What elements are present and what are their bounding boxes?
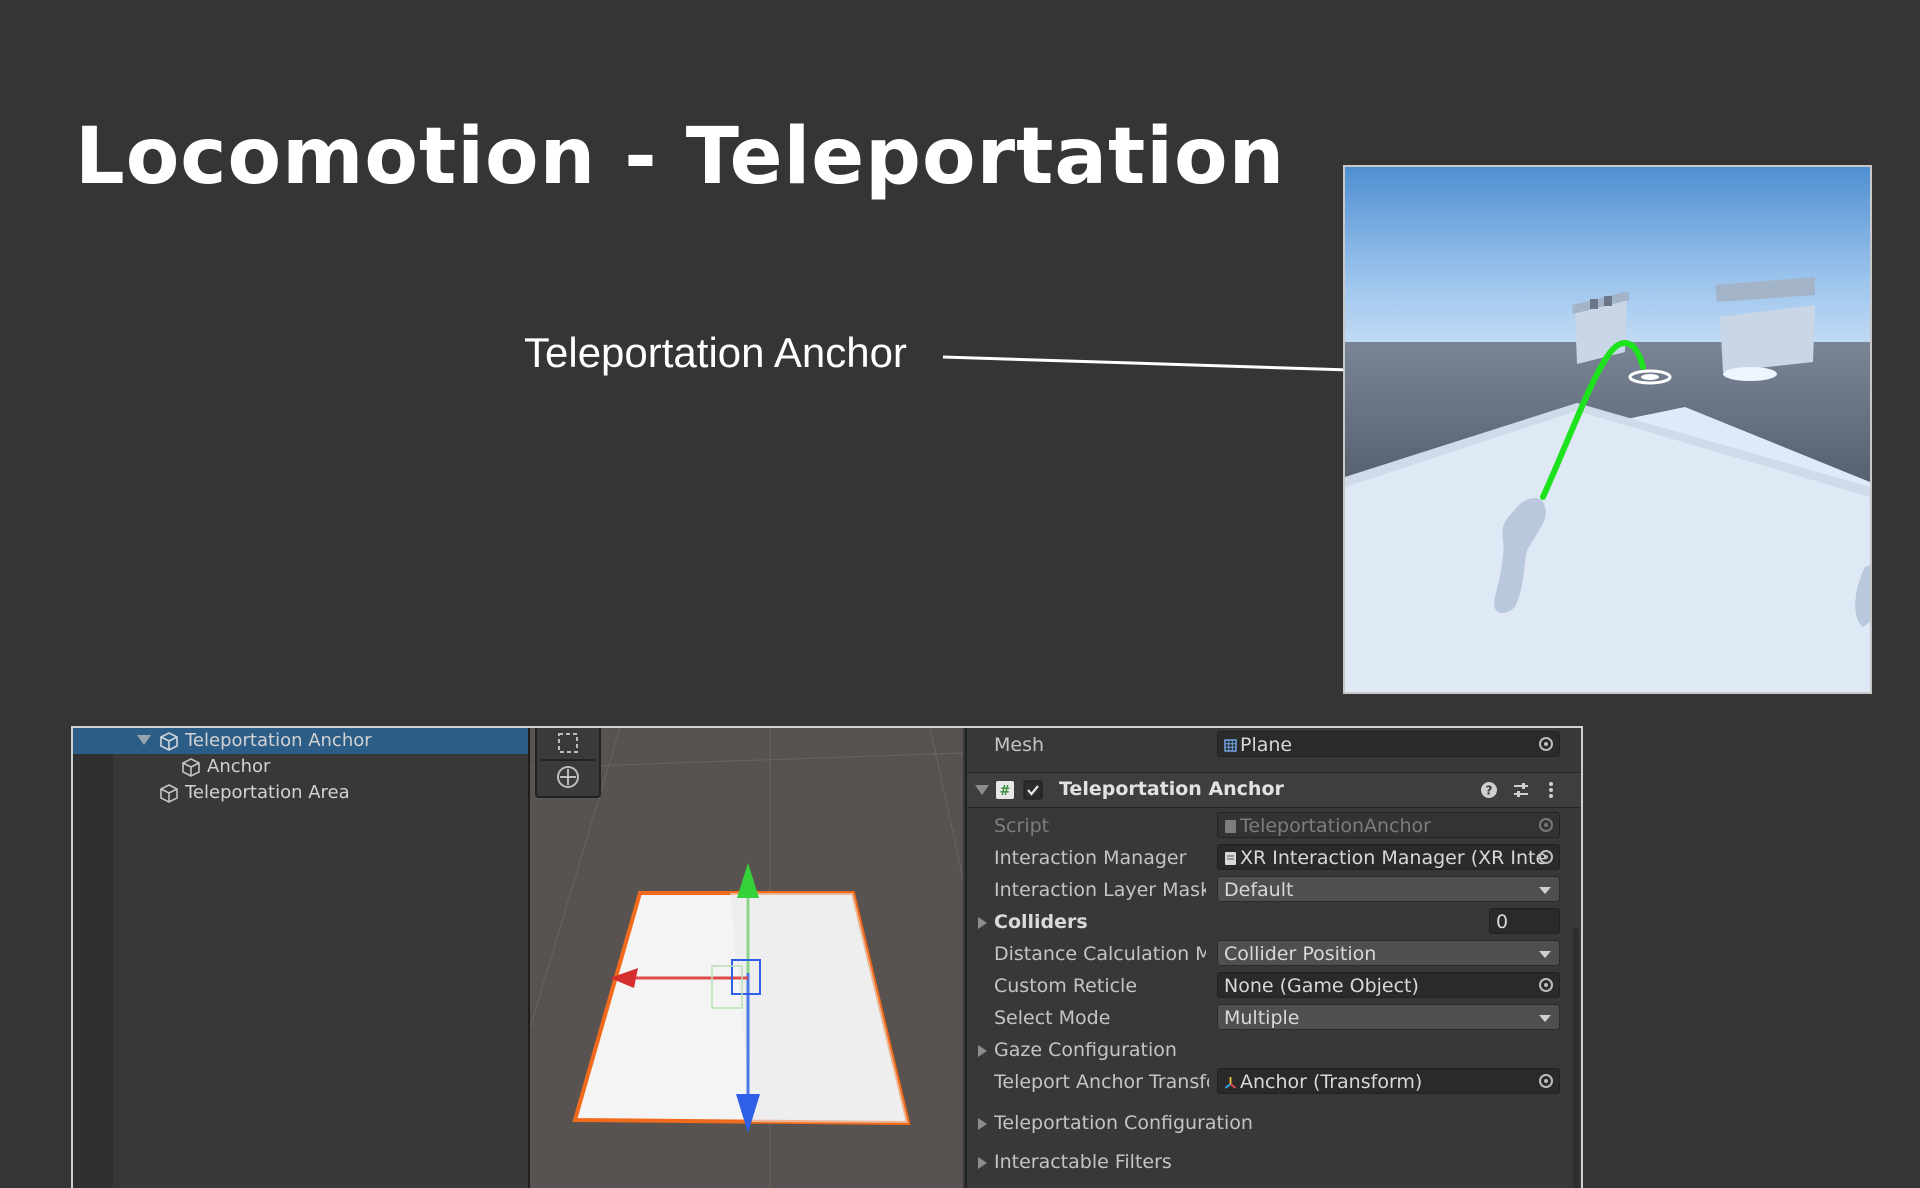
dropdown-arrow-icon bbox=[1539, 887, 1551, 894]
svg-text:?: ? bbox=[1486, 784, 1493, 798]
teleport-anchor-transform-field[interactable]: Anchor (Transform) bbox=[1217, 1068, 1560, 1094]
vr-screenshot bbox=[1343, 165, 1872, 694]
teleportation-configuration-label: Teleportation Configuration bbox=[994, 1112, 1253, 1134]
rect-tool-icon bbox=[558, 733, 578, 753]
hierarchy-item-anchor[interactable]: Anchor bbox=[73, 754, 528, 780]
y-axis-arrow-icon bbox=[737, 863, 759, 898]
script-label: Script bbox=[994, 815, 1050, 837]
script-file-icon bbox=[1225, 852, 1236, 865]
teleportation-configuration-foldout-icon[interactable] bbox=[978, 1118, 987, 1130]
script-file-icon bbox=[1225, 820, 1236, 833]
distance-calculation-value: Collider Position bbox=[1224, 943, 1377, 965]
dropdown-arrow-icon bbox=[1539, 1015, 1551, 1022]
scene-tool-palette bbox=[535, 728, 601, 798]
dropdown-arrow-icon bbox=[1539, 951, 1551, 958]
component-header[interactable]: # Teleportation Anchor ? bbox=[967, 772, 1581, 808]
object-picker-icon[interactable] bbox=[1539, 737, 1553, 751]
object-picker-icon[interactable] bbox=[1539, 1074, 1553, 1088]
mesh-grid-icon bbox=[1224, 739, 1237, 752]
mesh-row: Mesh Plane bbox=[967, 730, 1581, 760]
interactable-filters-foldout-icon[interactable] bbox=[978, 1157, 987, 1169]
hierarchy-item-label: Teleportation Area bbox=[185, 782, 350, 803]
interaction-manager-field[interactable]: XR Interaction Manager (XR Inte bbox=[1217, 844, 1560, 870]
hierarchy-item-label: Teleportation Anchor bbox=[185, 730, 372, 751]
mesh-label: Mesh bbox=[994, 734, 1045, 756]
interaction-manager-value: XR Interaction Manager (XR Inte bbox=[1240, 847, 1548, 869]
hierarchy-item-teleportation-area[interactable]: Teleportation Area bbox=[73, 780, 528, 806]
slide-title: Locomotion - Teleportation bbox=[75, 112, 1286, 202]
script-row: Script TeleportationAnchor bbox=[967, 811, 1581, 841]
custom-reticle-label: Custom Reticle bbox=[994, 975, 1138, 997]
inspector-panel: Mesh Plane # Teleportation Anchor ? Scri… bbox=[965, 728, 1581, 1188]
presets-sliders-icon[interactable] bbox=[1511, 780, 1531, 800]
select-mode-label: Select Mode bbox=[994, 1007, 1111, 1029]
custom-reticle-value: None (Game Object) bbox=[1224, 975, 1419, 997]
custom-reticle-field[interactable]: None (Game Object) bbox=[1217, 972, 1560, 998]
select-mode-value: Multiple bbox=[1224, 1007, 1300, 1029]
interactable-filters-label: Interactable Filters bbox=[994, 1151, 1172, 1173]
hierarchy-item-label: Anchor bbox=[207, 756, 271, 777]
svg-text:#: # bbox=[1000, 784, 1011, 799]
gameobject-cube-icon bbox=[182, 758, 200, 777]
gaze-configuration-foldout-icon[interactable] bbox=[978, 1045, 987, 1057]
enabled-checkbox[interactable] bbox=[1023, 780, 1043, 800]
select-mode-dropdown[interactable]: Multiple bbox=[1217, 1004, 1560, 1030]
component-foldout-icon[interactable] bbox=[975, 785, 989, 795]
teleportation-configuration-row[interactable]: Teleportation Configuration bbox=[967, 1108, 1581, 1138]
hierarchy-item-teleportation-anchor[interactable]: Teleportation Anchor bbox=[73, 728, 528, 754]
anchor-reticle-right bbox=[1723, 367, 1777, 381]
object-picker-icon[interactable] bbox=[1539, 850, 1553, 864]
custom-reticle-row: Custom Reticle None (Game Object) bbox=[967, 971, 1581, 1001]
teleport-anchor-transform-value: Anchor (Transform) bbox=[1240, 1071, 1423, 1093]
distance-calculation-row: Distance Calculation M Collider Position bbox=[967, 939, 1581, 969]
kebab-menu-icon[interactable] bbox=[1541, 780, 1561, 800]
transform-tool-icon bbox=[557, 766, 579, 788]
teleport-anchor-transform-row: Teleport Anchor Transfo Anchor (Transfor… bbox=[967, 1067, 1581, 1097]
gameobject-cube-icon bbox=[160, 784, 178, 803]
teleport-anchor-transform-label: Teleport Anchor Transfo bbox=[994, 1071, 1209, 1093]
object-picker-icon[interactable] bbox=[1539, 978, 1553, 992]
expand-arrow-icon[interactable] bbox=[137, 735, 151, 745]
distance-calculation-dropdown[interactable]: Collider Position bbox=[1217, 940, 1560, 966]
callout-label: Teleportation Anchor bbox=[524, 329, 907, 376]
interaction-layer-mask-row: Interaction Layer Mask Default bbox=[967, 875, 1581, 905]
hierarchy-panel: Teleportation Anchor Anchor Teleportatio… bbox=[73, 728, 530, 1188]
colliders-foldout-icon[interactable] bbox=[978, 917, 987, 929]
script-hash-icon: # bbox=[996, 781, 1014, 799]
scene-view[interactable] bbox=[530, 728, 963, 1188]
interaction-layer-mask-value: Default bbox=[1224, 879, 1294, 901]
interaction-layer-mask-dropdown[interactable]: Default bbox=[1217, 876, 1560, 902]
distance-calculation-label: Distance Calculation M bbox=[994, 943, 1206, 965]
gaze-configuration-label: Gaze Configuration bbox=[994, 1039, 1177, 1061]
colliders-row[interactable]: Colliders 0 bbox=[967, 907, 1581, 937]
colliders-size-value: 0 bbox=[1496, 911, 1509, 933]
mesh-value: Plane bbox=[1240, 734, 1293, 756]
help-icon[interactable]: ? bbox=[1479, 780, 1499, 800]
select-mode-row: Select Mode Multiple bbox=[967, 1003, 1581, 1033]
script-value: TeleportationAnchor bbox=[1240, 815, 1431, 837]
interaction-manager-row: Interaction Manager XR Interaction Manag… bbox=[967, 843, 1581, 873]
interactable-filters-row[interactable]: Interactable Filters bbox=[967, 1147, 1581, 1177]
script-field: TeleportationAnchor bbox=[1217, 812, 1560, 838]
component-title: Teleportation Anchor bbox=[1059, 778, 1284, 800]
interaction-layer-mask-label: Interaction Layer Mask bbox=[994, 879, 1206, 901]
gaze-configuration-row[interactable]: Gaze Configuration bbox=[967, 1035, 1581, 1065]
interaction-manager-label: Interaction Manager bbox=[994, 847, 1187, 869]
inspector-scrollbar[interactable] bbox=[1573, 928, 1579, 1188]
unity-editor-panel: Teleportation Anchor Anchor Teleportatio… bbox=[71, 726, 1583, 1188]
colliders-size-field[interactable]: 0 bbox=[1489, 908, 1560, 934]
gameobject-cube-icon bbox=[160, 732, 178, 751]
mesh-field[interactable]: Plane bbox=[1217, 731, 1560, 757]
colliders-label: Colliders bbox=[994, 911, 1088, 933]
transform-axes-icon bbox=[1224, 1077, 1237, 1089]
object-picker-icon bbox=[1539, 818, 1553, 832]
